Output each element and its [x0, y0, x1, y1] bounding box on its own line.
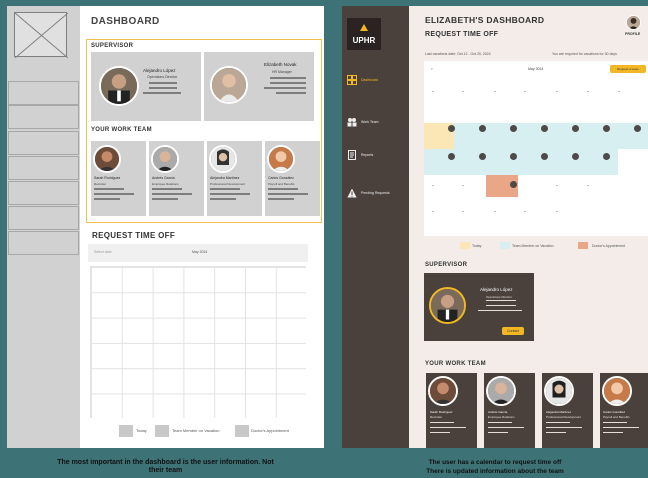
member-name: Sarah Rodriguez	[94, 176, 121, 180]
profile-avatar[interactable]	[626, 15, 641, 30]
logo-chevron-icon	[360, 24, 368, 31]
supervisor-role: Operations Director	[147, 75, 178, 79]
member-name: Alejandra Martínez	[546, 410, 572, 414]
member-avatar	[428, 376, 458, 406]
uphr-logo[interactable]: UPHR	[347, 18, 381, 50]
legend-today: Today	[136, 428, 147, 433]
team-member-card[interactable]: Carlos González Payroll and Benefits	[265, 141, 320, 216]
wireframe-nav-item[interactable]	[8, 105, 79, 129]
vacation-notice: You are required for vacations for 30 da…	[552, 52, 617, 56]
member-avatar	[93, 145, 121, 173]
nav-reports[interactable]: Reports	[347, 144, 407, 166]
team-heading: YOUR WORK TEAM	[425, 361, 486, 367]
month-label[interactable]: May 2024	[192, 250, 207, 254]
member-avatar	[544, 376, 574, 406]
member-avatar	[486, 376, 516, 406]
supervisor-avatar	[99, 66, 139, 106]
team-member-card[interactable]: Carlos González Payroll and Benefits	[600, 373, 648, 448]
supervisor-heading: SUPERVISOR	[425, 262, 468, 268]
legend-vacation: Team Member on Vacation	[172, 428, 220, 433]
wireframe-nav-item[interactable]	[8, 81, 79, 105]
member-role: Payroll and Benefits	[268, 182, 295, 186]
hr-name: Elizabeth Novak	[264, 62, 297, 67]
date-select[interactable]: ▾	[431, 67, 433, 71]
legend-swatch-today	[460, 242, 470, 249]
supervisor-name: Alejandro López	[143, 68, 176, 73]
hifi-calendar[interactable]: ▾ May 2024 Request a leave	[424, 61, 648, 236]
legend-swatch-vacation	[500, 242, 510, 249]
page-title: ELIZABETH'S DASHBOARD	[425, 15, 545, 25]
member-avatar	[151, 145, 179, 173]
member-role: Employee Relations	[488, 415, 515, 419]
warning-icon	[347, 188, 357, 198]
wireframe-nav-item[interactable]	[8, 156, 79, 180]
team-member-card[interactable]: Sarah Rodriguez Recruiter	[91, 141, 146, 216]
member-role: Professional Development	[546, 415, 582, 419]
member-avatar	[602, 376, 632, 406]
dashboard-icon	[347, 75, 357, 85]
supervisor-avatar	[429, 287, 466, 324]
member-role: Recruiter	[94, 182, 107, 186]
nav-pending-requests[interactable]: Pending Requests	[347, 182, 407, 204]
legend-vacation: Team Member on Vacation	[512, 244, 554, 248]
member-name: Carlos González	[603, 410, 626, 414]
team-heading: YOUR WORK TEAM	[91, 127, 152, 133]
hr-contact-card[interactable]: Elizabeth Novak HR Manager	[204, 52, 314, 121]
team-member-card[interactable]: Alejandra Martínez Professional Developm…	[542, 373, 593, 448]
last-vacation-text: Last vacations date: Oct 12 - Oct 20, 20…	[425, 52, 491, 56]
member-avatar	[209, 145, 237, 173]
profile-label[interactable]: PROFILE	[625, 32, 640, 36]
member-role: Recruiter	[430, 415, 443, 419]
wireframe-nav-item[interactable]	[8, 131, 79, 155]
member-name: Andrés García	[488, 410, 508, 414]
member-name: Alejandra Martínez	[210, 176, 240, 180]
legend-swatch-doctor	[578, 242, 588, 249]
member-avatar	[267, 145, 295, 173]
member-role: Payroll and Benefits	[603, 415, 630, 419]
hr-avatar	[210, 66, 248, 104]
request-time-off-heading: REQUEST TIME OFF	[425, 31, 499, 38]
request-time-off-heading: REQUEST TIME OFF	[92, 231, 176, 240]
supervisor-name: Alejandro López	[480, 287, 513, 292]
left-caption-line1: The most important in the dashboard is t…	[57, 459, 274, 466]
team-member-card[interactable]: Andrés García Employee Relations	[149, 141, 204, 216]
wireframe-calendar-grid[interactable]	[90, 266, 306, 418]
member-name: Andrés García	[152, 176, 175, 180]
legend-swatch-vacation	[155, 425, 169, 437]
legend-doctor: Doctor's Appointment	[251, 428, 289, 433]
supervisor-heading: SUPERVISOR	[91, 43, 134, 49]
right-caption-line1: The user has a calendar to request time …	[428, 459, 562, 466]
legend-doctor: Doctor's Appointment	[592, 244, 626, 248]
supervisor-card[interactable]: Alejandro López Operations Director	[91, 52, 201, 121]
wireframe-nav-item[interactable]	[8, 231, 79, 255]
month-label[interactable]: May 2024	[528, 67, 543, 71]
report-icon	[348, 150, 356, 160]
request-leave-button[interactable]: Request a leave	[610, 65, 646, 73]
team-member-card[interactable]: Sarah Rodriguez Recruiter	[426, 373, 477, 448]
nav-dashboard[interactable]: Dashboard	[347, 69, 407, 91]
legend-today: Today	[472, 244, 482, 248]
team-member-card[interactable]: Alejandra Martínez Professional Developm…	[207, 141, 262, 216]
page-title: DASHBOARD	[91, 16, 160, 27]
left-caption-line2: their team	[148, 467, 183, 474]
supervisor-card[interactable]: Alejandro López Operations Director Cont…	[424, 273, 534, 341]
legend-swatch-doctor	[235, 425, 249, 437]
wireframe-nav-item[interactable]	[8, 181, 79, 205]
logo-placeholder-icon	[14, 12, 69, 59]
nav-work-team[interactable]: Work Team	[347, 111, 407, 133]
hr-role: HR Manager	[272, 70, 292, 74]
member-role: Professional Development	[210, 182, 246, 186]
supervisor-role: Operations Director	[486, 295, 513, 299]
member-name: Sarah Rodriguez	[430, 410, 453, 414]
legend-swatch-today	[119, 425, 133, 437]
contact-button[interactable]: Contact	[502, 327, 524, 335]
team-icon	[347, 118, 357, 127]
team-member-card[interactable]: Andrés García Employee Relations	[484, 373, 535, 448]
member-role: Employee Relations	[152, 182, 179, 186]
right-caption-line2: There is updated information about the t…	[426, 468, 564, 475]
wireframe-nav-item[interactable]	[8, 206, 79, 230]
member-name: Carlos González	[268, 176, 294, 180]
date-select[interactable]: Select date	[94, 250, 112, 254]
